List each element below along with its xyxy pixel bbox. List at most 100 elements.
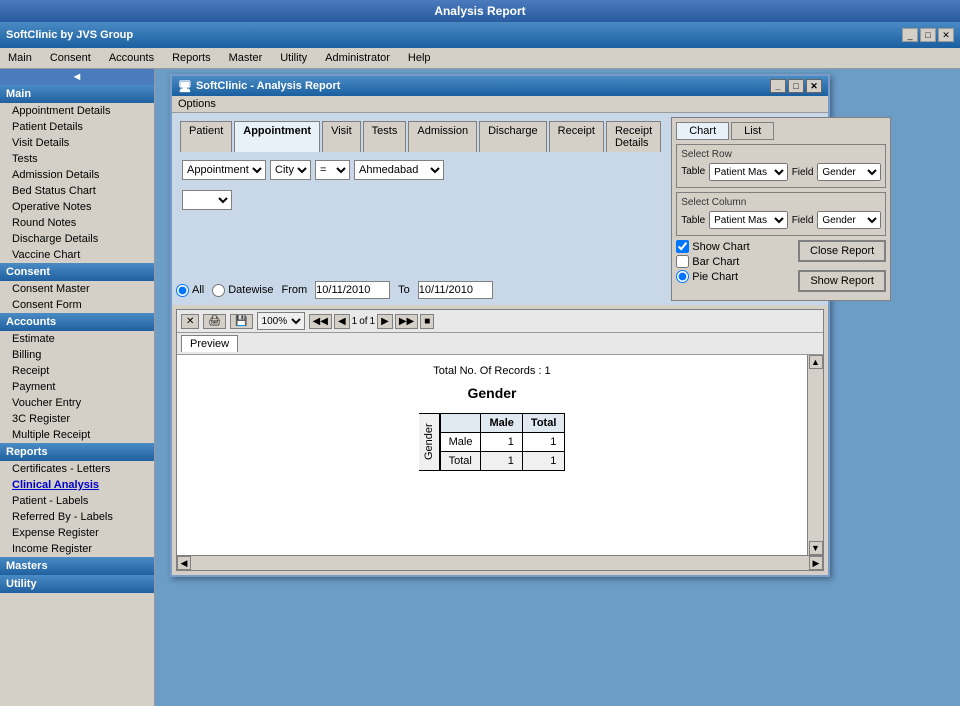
- scroll-up-btn[interactable]: ▲: [809, 355, 823, 369]
- pie-chart-radio[interactable]: [676, 270, 689, 283]
- sidebar-scroll-up[interactable]: ◄: [0, 69, 154, 85]
- menu-master[interactable]: Master: [225, 50, 267, 66]
- sidebar-item-operative-notes[interactable]: Operative Notes: [0, 199, 154, 215]
- sidebar-item-tests[interactable]: Tests: [0, 151, 154, 167]
- sidebar-item-appointment-details[interactable]: Appointment Details: [0, 103, 154, 119]
- bar-chart-checkbox-label[interactable]: Bar Chart: [676, 255, 749, 268]
- filter-field-select[interactable]: City: [270, 160, 311, 180]
- sidebar-item-referred-labels[interactable]: Referred By - Labels: [0, 509, 154, 525]
- sidebar-item-patient-labels[interactable]: Patient - Labels: [0, 493, 154, 509]
- menu-main[interactable]: Main: [4, 50, 36, 66]
- nav-next-btn[interactable]: ▶: [377, 314, 393, 329]
- sidebar-item-multiple-receipt[interactable]: Multiple Receipt: [0, 427, 154, 443]
- sidebar-item-consent-master[interactable]: Consent Master: [0, 281, 154, 297]
- sidebar-item-income-register[interactable]: Income Register: [0, 541, 154, 557]
- sidebar-section-accounts: Accounts: [0, 313, 154, 331]
- report-print-btn[interactable]: 🖨: [203, 314, 226, 329]
- all-radio[interactable]: [176, 284, 189, 297]
- tab-appointment[interactable]: Appointment: [234, 121, 320, 152]
- nav-prev-btn[interactable]: ◀: [334, 314, 350, 329]
- select-row-title: Select Row: [681, 149, 881, 160]
- sidebar: ◄ Main Appointment Details Patient Detai…: [0, 69, 155, 706]
- sidebar-item-billing[interactable]: Billing: [0, 347, 154, 363]
- page-of-label: of: [359, 316, 367, 327]
- nav-first-btn[interactable]: ◀◀: [309, 314, 332, 329]
- close-button[interactable]: ✕: [938, 28, 954, 42]
- tab-receipt[interactable]: Receipt: [549, 121, 604, 152]
- select-row-field-select[interactable]: Gender: [817, 163, 881, 181]
- horizontal-scrollbar[interactable]: [191, 556, 809, 570]
- preview-tab[interactable]: Preview: [181, 335, 238, 352]
- report-save-btn[interactable]: 💾: [230, 314, 252, 329]
- dialog-menu-options[interactable]: Options: [178, 98, 216, 110]
- report-close-btn[interactable]: ✕: [181, 314, 199, 329]
- chart-tab[interactable]: Chart: [676, 122, 729, 140]
- sidebar-item-admission-details[interactable]: Admission Details: [0, 167, 154, 183]
- minimize-button[interactable]: _: [902, 28, 918, 42]
- show-chart-checkbox-label[interactable]: Show Chart: [676, 240, 749, 253]
- sidebar-item-certificates-letters[interactable]: Certificates - Letters: [0, 461, 154, 477]
- dialog-close-button[interactable]: ✕: [806, 79, 822, 93]
- sidebar-item-clinical-analysis[interactable]: Clinical Analysis: [0, 477, 154, 493]
- nav-last-btn[interactable]: ▶▶: [395, 314, 418, 329]
- menu-utility[interactable]: Utility: [276, 50, 311, 66]
- sidebar-item-estimate[interactable]: Estimate: [0, 331, 154, 347]
- tab-admission[interactable]: Admission: [408, 121, 477, 152]
- tab-receipt-details[interactable]: Receipt Details: [606, 121, 661, 152]
- row-label-male: Male: [440, 433, 481, 452]
- sidebar-item-round-notes[interactable]: Round Notes: [0, 215, 154, 231]
- scroll-right-btn[interactable]: ▶: [809, 556, 823, 570]
- menu-help[interactable]: Help: [404, 50, 435, 66]
- tab-tests[interactable]: Tests: [363, 121, 407, 152]
- close-report-button[interactable]: Close Report: [798, 240, 886, 262]
- to-date-input[interactable]: 10/11/2010: [418, 281, 493, 299]
- small-dropdown-select[interactable]: [182, 190, 232, 210]
- sidebar-item-receipt[interactable]: Receipt: [0, 363, 154, 379]
- tab-patient[interactable]: Patient: [180, 121, 232, 152]
- filter-operator-select[interactable]: =: [315, 160, 350, 180]
- select-column-field-select[interactable]: Gender: [817, 211, 881, 229]
- from-date-input[interactable]: 10/11/2010: [315, 281, 390, 299]
- sidebar-item-3c-register[interactable]: 3C Register: [0, 411, 154, 427]
- menu-accounts[interactable]: Accounts: [105, 50, 158, 66]
- datewise-radio[interactable]: [212, 284, 225, 297]
- filter-value-select[interactable]: Ahmedabad: [354, 160, 444, 180]
- sidebar-section-utility: Utility: [0, 575, 154, 593]
- menu-reports[interactable]: Reports: [168, 50, 215, 66]
- chart-list-tabs: Chart List: [676, 122, 886, 140]
- select-column-title: Select Column: [681, 197, 881, 208]
- list-tab[interactable]: List: [731, 122, 774, 140]
- sidebar-item-patient-details[interactable]: Patient Details: [0, 119, 154, 135]
- show-chart-checkbox[interactable]: [676, 240, 689, 253]
- menu-administrator[interactable]: Administrator: [321, 50, 394, 66]
- select-column-table-select[interactable]: Patient Mas: [709, 211, 788, 229]
- menu-consent[interactable]: Consent: [46, 50, 95, 66]
- select-row-table-select[interactable]: Patient Mas: [709, 163, 788, 181]
- sidebar-item-expense-register[interactable]: Expense Register: [0, 525, 154, 541]
- scroll-left-btn[interactable]: ◀: [177, 556, 191, 570]
- sidebar-section-reports: Reports: [0, 443, 154, 461]
- sidebar-item-bed-status-chart[interactable]: Bed Status Chart: [0, 183, 154, 199]
- sidebar-item-voucher-entry[interactable]: Voucher Entry: [0, 395, 154, 411]
- filter-type-select[interactable]: Appointment: [182, 160, 266, 180]
- scroll-down-btn[interactable]: ▼: [809, 541, 823, 555]
- window-controls: _ □ ✕: [902, 28, 954, 42]
- all-radio-label[interactable]: All: [176, 284, 204, 297]
- dialog-maximize-button[interactable]: □: [788, 79, 804, 93]
- tab-discharge[interactable]: Discharge: [479, 121, 547, 152]
- bar-chart-checkbox[interactable]: [676, 255, 689, 268]
- datewise-radio-label[interactable]: Datewise: [212, 284, 273, 297]
- sidebar-item-discharge-details[interactable]: Discharge Details: [0, 231, 154, 247]
- pie-chart-radio-label[interactable]: Pie Chart: [676, 270, 749, 283]
- show-report-button[interactable]: Show Report: [798, 270, 886, 292]
- report-header: Total No. Of Records : 1: [187, 365, 797, 377]
- sidebar-item-payment[interactable]: Payment: [0, 379, 154, 395]
- sidebar-item-vaccine-chart[interactable]: Vaccine Chart: [0, 247, 154, 263]
- nav-stop-btn[interactable]: ■: [420, 314, 434, 329]
- tab-visit[interactable]: Visit: [322, 121, 361, 152]
- sidebar-item-consent-form[interactable]: Consent Form: [0, 297, 154, 313]
- dialog-minimize-button[interactable]: _: [770, 79, 786, 93]
- report-zoom-select[interactable]: 100%: [257, 312, 305, 330]
- sidebar-item-visit-details[interactable]: Visit Details: [0, 135, 154, 151]
- maximize-button[interactable]: □: [920, 28, 936, 42]
